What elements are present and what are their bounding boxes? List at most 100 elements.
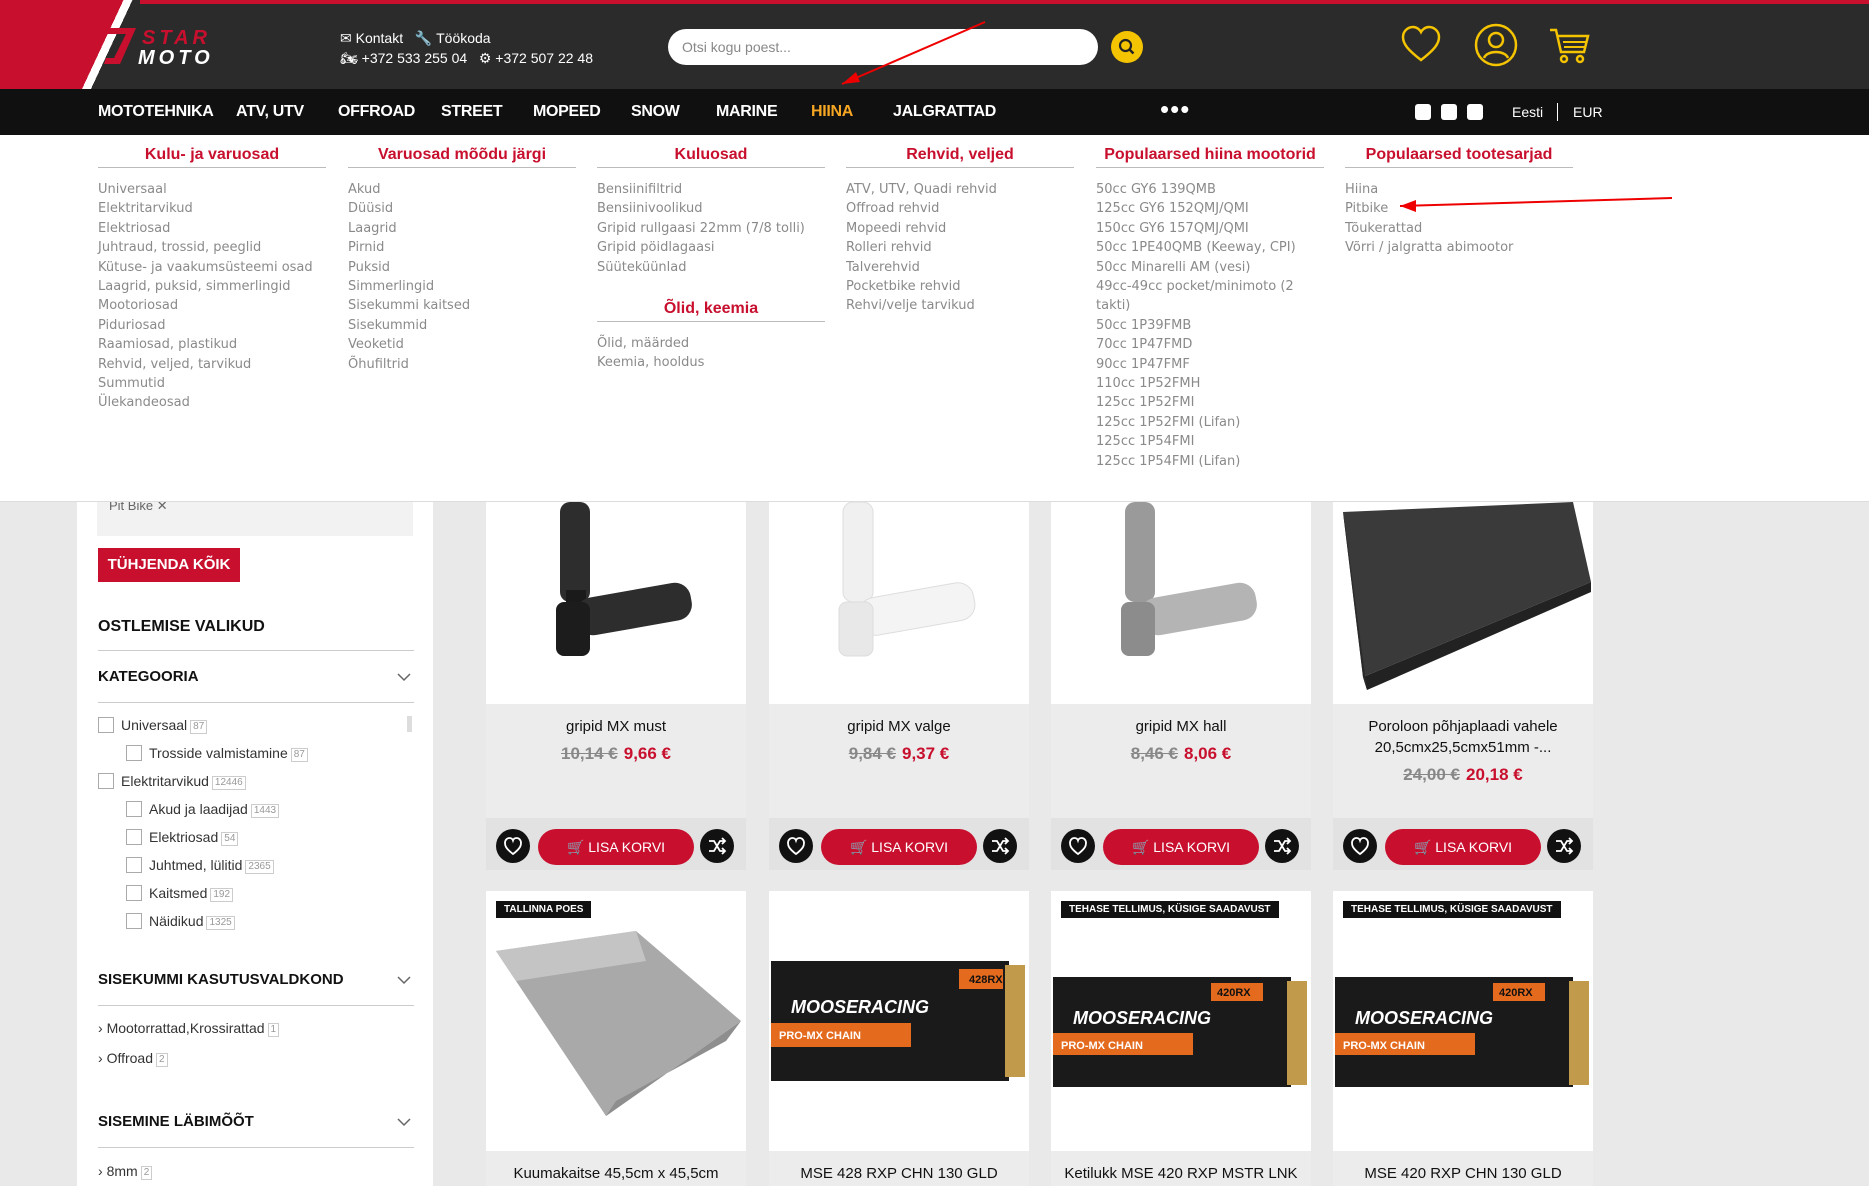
menu-link[interactable]: 150cc GY6 157QMJ/QMI (1096, 219, 1324, 238)
wishlist-button[interactable] (1343, 829, 1377, 863)
menu-link[interactable]: 125cc 1P54FMI (1096, 432, 1324, 451)
category-option[interactable]: Trosside valmistamine 87 (126, 744, 308, 762)
menu-column-title[interactable]: Kulu- ja varuosad (98, 145, 326, 168)
menu-link[interactable]: ATV, UTV, Quadi rehvid (846, 180, 1074, 199)
product-card[interactable]: 420RX MOOSERACING PRO-MX CHAIN TEHASE TE… (1333, 891, 1593, 1186)
tube-usage-option[interactable]: › Offroad 2 (98, 1050, 168, 1067)
product-image-heat-shield[interactable] (486, 891, 746, 1151)
tube-usage-option[interactable]: › Mootorrattad,Krossirattad 1 (98, 1020, 280, 1037)
product-card[interactable]: TALLINNA POES Kuumakaitse 45,5cm x 45,5c… (486, 891, 746, 1186)
menu-link[interactable]: Veoketid (348, 335, 576, 354)
tube-usage-heading[interactable]: SISEKUMMI KASUTUSVALDKOND (98, 971, 344, 988)
checkbox[interactable] (126, 829, 142, 845)
menu-link[interactable]: 49cc-49cc pocket/minimoto (2 takti) (1096, 277, 1324, 316)
account-user-icon[interactable] (1473, 22, 1519, 68)
category-option[interactable]: Juhtmed, lülitid 2365 (126, 856, 274, 874)
wishlist-button[interactable] (496, 829, 530, 863)
product-name[interactable]: Ketilukk MSE 420 RXP MSTR LNK (1057, 1163, 1305, 1184)
more-menu-icon[interactable]: ••• (1160, 89, 1190, 129)
menu-column-title[interactable]: Populaarsed tootesarjad (1345, 145, 1573, 168)
menu-link[interactable]: 125cc GY6 152QMJ/QMI (1096, 199, 1324, 218)
product-card[interactable]: Poroloon põhjaplaadi vahele 20,5cmx25,5c… (1333, 502, 1593, 870)
product-image-chain-box[interactable]: 428RX MOOSERACING PRO-MX CHAIN (769, 891, 1029, 1151)
product-name[interactable]: MSE 428 RXP CHN 130 GLD (775, 1163, 1023, 1184)
menu-link[interactable]: Mopeedi rehvid (846, 219, 1074, 238)
menu-link[interactable]: Sisekummi kaitsed (348, 296, 576, 315)
menu-link[interactable]: Düüsid (348, 199, 576, 218)
menu-column-title[interactable]: Õlid, keemia (597, 299, 825, 323)
product-name[interactable]: gripid MX hall (1057, 716, 1305, 737)
nav-item-marine[interactable]: MARINE (716, 89, 778, 135)
product-card[interactable]: gripid MX hall 8,46 € 8,06 € 🛒 LISA KORVI (1051, 502, 1311, 870)
menu-link[interactable]: Gripid rullgaasi 22mm (7/8 tolli) (597, 219, 825, 238)
category-option[interactable]: Akud ja laadijad 1443 (126, 800, 280, 818)
menu-link[interactable]: 50cc 1P39FMB (1096, 316, 1324, 335)
workshop-link[interactable]: Töökoda (436, 28, 490, 48)
product-card[interactable]: gripid MX must 10,14 € 9,66 € 🛒 LISA KORV… (486, 502, 746, 870)
shopping-cart-icon[interactable] (1546, 22, 1592, 68)
menu-link[interactable]: Laagrid, puksid, simmerlingid (98, 277, 326, 296)
wishlist-button[interactable] (1061, 829, 1095, 863)
product-image-foam-block[interactable] (1333, 502, 1593, 704)
checkbox[interactable] (126, 857, 142, 873)
menu-link[interactable]: Rehvi/velje tarvikud (846, 296, 1074, 315)
menu-link[interactable]: Ülekandeosad (98, 393, 326, 412)
menu-link[interactable]: Gripid pöidlagaasi (597, 238, 825, 257)
checkbox[interactable] (126, 745, 142, 761)
menu-link[interactable]: Kütuse- ja vaakumsüsteemi osad (98, 258, 326, 277)
menu-link[interactable]: 125cc 1P52FMI (1096, 393, 1324, 412)
product-name[interactable]: gripid MX must (492, 716, 740, 737)
menu-link[interactable]: 70cc 1P47FMD (1096, 335, 1324, 354)
chevron-down-icon[interactable] (397, 670, 411, 684)
product-card[interactable]: gripid MX valge 9,84 € 9,37 € 🛒 LISA KORV… (769, 502, 1029, 870)
menu-link[interactable]: Mootoriosad (98, 296, 326, 315)
menu-link[interactable]: Raamiosad, plastikud (98, 335, 326, 354)
checkbox[interactable] (98, 773, 114, 789)
checkbox[interactable] (98, 717, 114, 733)
menu-link[interactable]: Elektriosad (98, 219, 326, 238)
phone-2[interactable]: +372 507 22 48 (495, 48, 593, 68)
language-select[interactable]: Eesti (1512, 89, 1543, 135)
linkedin-icon[interactable] (1467, 104, 1483, 120)
menu-column-title[interactable]: Kuluosad (597, 145, 825, 168)
menu-link[interactable]: 125cc 1P54FMI (Lifan) (1096, 452, 1324, 471)
category-filter-heading[interactable]: KATEGOORIA (98, 668, 199, 685)
add-to-cart-button[interactable]: 🛒 LISA KORVI (1103, 829, 1259, 865)
menu-column-title[interactable]: Populaarsed hiina mootorid (1096, 145, 1324, 168)
product-name[interactable]: Kuumakaitse 45,5cm x 45,5cm (492, 1163, 740, 1184)
product-name[interactable]: gripid MX valge (775, 716, 1023, 737)
menu-link[interactable]: Offroad rehvid (846, 199, 1074, 218)
menu-column-title[interactable]: Varuosad mõõdu järgi (348, 145, 576, 168)
currency-select[interactable]: EUR (1573, 89, 1603, 135)
wishlist-button[interactable] (779, 829, 813, 863)
product-image-chain-box[interactable]: 420RX MOOSERACING PRO-MX CHAIN (1333, 891, 1593, 1151)
compare-button[interactable] (1547, 829, 1581, 863)
menu-link[interactable]: 110cc 1P52FMH (1096, 374, 1324, 393)
facebook-icon[interactable] (1441, 104, 1457, 120)
menu-link[interactable]: Elektritarvikud (98, 199, 326, 218)
product-image-grey-grips[interactable] (1051, 502, 1311, 704)
menu-link[interactable]: Õhufiltrid (348, 355, 576, 374)
menu-link[interactable]: Laagrid (348, 219, 576, 238)
category-option[interactable]: Universaal 87 (98, 716, 208, 734)
nav-item-hiina[interactable]: HIINA (811, 89, 853, 135)
product-image-black-grips[interactable] (486, 502, 746, 704)
compare-button[interactable] (983, 829, 1017, 863)
twitter-icon[interactable] (1415, 104, 1431, 120)
menu-link[interactable]: Süüteküünlad (597, 258, 825, 277)
menu-link[interactable]: Bensiinifiltrid (597, 180, 825, 199)
product-image-white-grips[interactable] (769, 502, 1029, 704)
product-card[interactable]: 428RX MOOSERACING PRO-MX CHAIN MSE 428 R… (769, 891, 1029, 1186)
search-input[interactable]: Otsi kogu poest... (668, 29, 1098, 65)
contact-link[interactable]: Kontakt (356, 28, 403, 48)
checkbox[interactable] (126, 913, 142, 929)
phone-1[interactable]: +372 533 255 04 (362, 48, 468, 68)
inner-diameter-heading[interactable]: SISEMINE LÄBIMÕÕT (98, 1113, 254, 1130)
chevron-down-icon[interactable] (397, 973, 411, 987)
menu-column-title[interactable]: Rehvid, veljed (846, 145, 1074, 168)
clear-all-button[interactable]: TÜHJENDA KÕIK (98, 548, 240, 582)
menu-link[interactable]: Võrri / jalgratta abimootor (1345, 238, 1573, 257)
menu-link[interactable]: Piduriosad (98, 316, 326, 335)
nav-item-atv-utv[interactable]: ATV, UTV (236, 89, 304, 135)
scrollbar[interactable] (407, 716, 412, 732)
